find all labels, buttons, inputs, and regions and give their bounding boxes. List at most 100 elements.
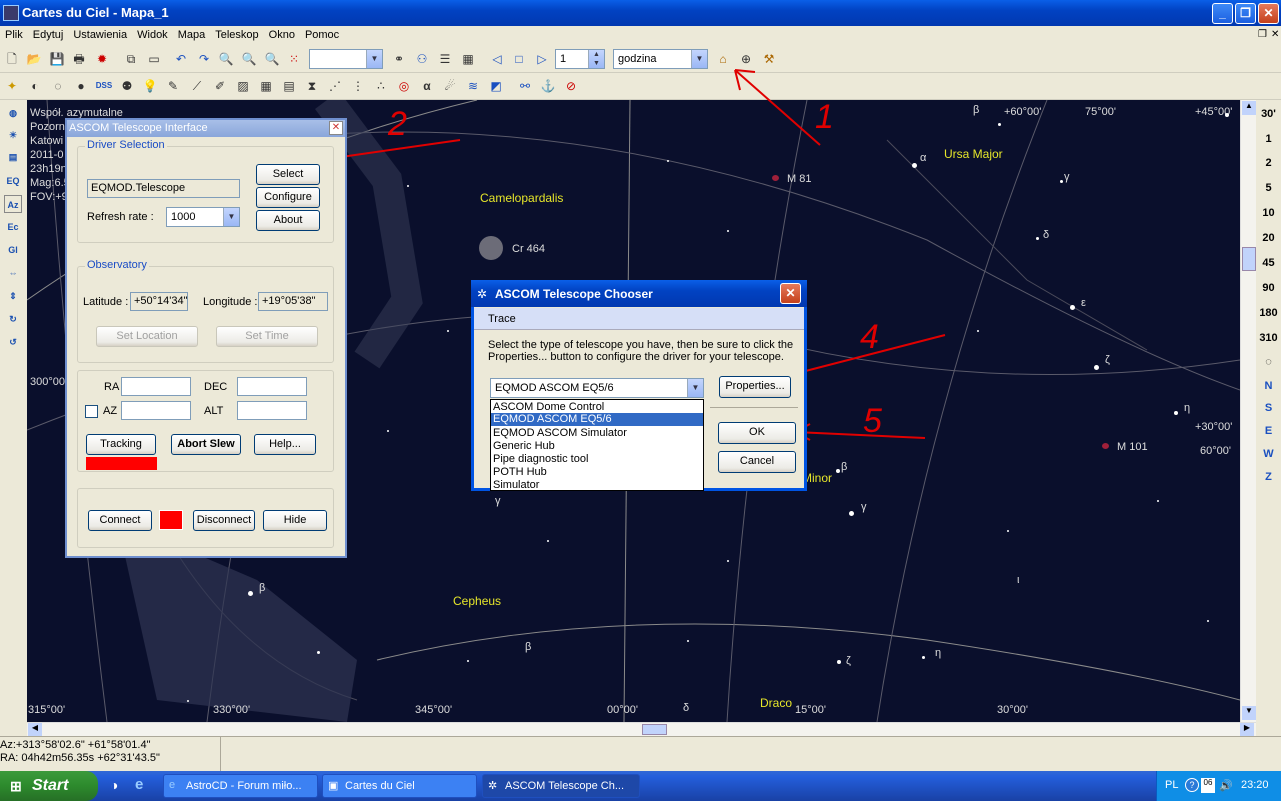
dropdown-option-selected[interactable]: EQMOD ASCOM EQ5/6	[491, 413, 703, 426]
fov-toolbar: 30' 1 2 5 10 20 45 90 180 310 ◌ N S E W …	[1256, 100, 1281, 735]
trace-menu[interactable]: Trace	[488, 313, 516, 325]
all-sky-icon[interactable]: ◌	[1256, 356, 1281, 368]
annotation-2: 2	[387, 105, 407, 143]
set-time-button[interactable]: Set Time	[216, 326, 318, 347]
task-label: ASCOM Telescope Ch...	[505, 780, 625, 792]
close-button[interactable]: ✕	[780, 283, 801, 304]
scroll-down-icon[interactable]: ▼	[1242, 706, 1256, 720]
chooser-titlebar[interactable]: ✲ ASCOM Telescope Chooser ✕	[471, 280, 807, 307]
dir-north[interactable]: N	[1256, 380, 1281, 392]
task-cartes-du-ciel[interactable]: ▣ Cartes du Ciel	[322, 774, 477, 798]
driver-field: EQMOD.Telescope	[87, 179, 240, 198]
start-button[interactable]: ⊞ Start	[0, 771, 98, 801]
close-icon[interactable]: ✕	[329, 121, 343, 135]
status-divider	[220, 737, 221, 771]
help-icon[interactable]: ?	[1185, 778, 1199, 792]
refresh-rate-select[interactable]: 1000 ▼	[166, 207, 240, 227]
quicklaunch-ie-icon[interactable]: e	[135, 776, 143, 793]
fov-5[interactable]: 5	[1256, 182, 1281, 194]
ra-field[interactable]	[121, 377, 191, 396]
alt-field[interactable]	[237, 401, 307, 420]
horizontal-scrollbar[interactable]: ◀ ▶	[27, 722, 1256, 736]
fov-2[interactable]: 2	[1256, 157, 1281, 169]
alt-label: ALT	[204, 405, 224, 417]
scroll-up-icon[interactable]: ▲	[1242, 101, 1256, 115]
task-astrocd[interactable]: e AstroCD - Forum miło...	[163, 774, 318, 798]
calendar-tray-icon[interactable]: 06	[1201, 778, 1215, 793]
ascom-interface-titlebar[interactable]: ASCOM Telescope Interface ✕	[67, 120, 345, 137]
dropdown-option[interactable]: ASCOM Dome Control	[493, 401, 604, 413]
taskbar: ⊞ Start ◑ e e AstroCD - Forum miło... ▣ …	[0, 771, 1281, 801]
scroll-right-icon[interactable]: ▶	[1240, 723, 1254, 736]
fov-180[interactable]: 180	[1256, 307, 1281, 319]
task-label: Cartes du Ciel	[345, 780, 415, 792]
dropdown-option[interactable]: EQMOD ASCOM Simulator	[493, 427, 627, 439]
telescope-dropdown-list: ASCOM Dome Control EQMOD ASCOM EQ5/6 EQM…	[490, 399, 704, 491]
language-indicator[interactable]: PL	[1165, 779, 1178, 791]
ascom-interface-window: ASCOM Telescope Interface ✕ Driver Selec…	[65, 118, 347, 558]
fov-1[interactable]: 1	[1256, 133, 1281, 145]
az-field[interactable]	[121, 401, 191, 420]
fov-30min[interactable]: 30'	[1256, 108, 1281, 120]
dropdown-option[interactable]: Simulator	[493, 479, 539, 491]
system-tray: PL ? 06 🔊 23:20	[1156, 771, 1281, 801]
dir-zenith[interactable]: Z	[1256, 471, 1281, 483]
dir-east[interactable]: E	[1256, 425, 1281, 437]
task-ascom-chooser[interactable]: ✲ ASCOM Telescope Ch...	[482, 774, 640, 798]
properties-button[interactable]: Properties...	[719, 376, 791, 398]
fov-90[interactable]: 90	[1256, 282, 1281, 294]
dir-south[interactable]: S	[1256, 402, 1281, 414]
fov-310[interactable]: 310	[1256, 332, 1281, 344]
fov-20[interactable]: 20	[1256, 232, 1281, 244]
disconnect-button[interactable]: Disconnect	[193, 510, 255, 531]
ok-button[interactable]: OK	[718, 422, 796, 444]
connect-button[interactable]: Connect	[88, 510, 152, 531]
annotation-4: 4	[860, 318, 879, 356]
task-label: AstroCD - Forum miło...	[186, 780, 302, 792]
az-checkbox[interactable]	[85, 405, 98, 418]
annotation-5: 5	[863, 402, 882, 440]
scroll-left-icon[interactable]: ◀	[28, 723, 42, 736]
chooser-instructions: Select the type of telescope you have, t…	[488, 339, 794, 363]
telescope-icon: ✲	[477, 287, 488, 301]
tracking-status-indicator	[86, 457, 157, 470]
fov-45[interactable]: 45	[1256, 257, 1281, 269]
configure-button[interactable]: Configure	[256, 187, 320, 208]
hide-button[interactable]: Hide	[263, 510, 327, 531]
dec-field[interactable]	[237, 377, 307, 396]
ie-icon: e	[169, 779, 176, 791]
app-icon: ▣	[328, 780, 339, 792]
dropdown-option[interactable]: POTH Hub	[493, 466, 547, 478]
tracking-button[interactable]: Tracking	[86, 434, 156, 455]
status-ra: RA: 04h42m56.35s +62°31'43.5"	[0, 752, 160, 764]
help-button[interactable]: Help...	[254, 434, 316, 455]
telescope-select[interactable]: EQMOD ASCOM EQ5/6 ▼	[490, 378, 704, 398]
dropdown-option[interactable]: Generic Hub	[493, 440, 555, 452]
hscroll-thumb[interactable]	[642, 724, 667, 735]
select-button[interactable]: Select	[256, 164, 320, 185]
quicklaunch-desktop-icon[interactable]: ◑	[110, 777, 118, 793]
driver-selection-label: Driver Selection	[85, 139, 167, 151]
about-button[interactable]: About	[256, 210, 320, 231]
dropdown-option[interactable]: Pipe diagnostic tool	[493, 453, 588, 465]
fov-10[interactable]: 10	[1256, 207, 1281, 219]
telescope-chooser-window: ✲ ASCOM Telescope Chooser ✕ Trace Select…	[471, 280, 807, 491]
set-location-button[interactable]: Set Location	[96, 326, 198, 347]
clock[interactable]: 23:20	[1241, 779, 1269, 791]
volume-icon[interactable]: 🔊	[1219, 779, 1233, 792]
az-label: AZ	[103, 405, 118, 417]
latitude-label: Latitude :	[83, 296, 129, 308]
telescope-icon: ✲	[488, 780, 498, 792]
latitude-field: +50°14'34"	[130, 292, 188, 311]
status-az: Az:+313°58'02.6" +61°58'01.4"	[0, 739, 151, 751]
chevron-down-icon: ▼	[687, 379, 703, 397]
dir-west[interactable]: W	[1256, 448, 1281, 460]
scroll-thumb[interactable]	[1242, 247, 1256, 271]
cancel-button[interactable]: Cancel	[718, 451, 796, 473]
chooser-title: ASCOM Telescope Chooser	[495, 287, 653, 301]
abort-slew-button[interactable]: Abort Slew	[171, 434, 241, 455]
vertical-scrollbar[interactable]: ▲ ▼	[1240, 100, 1256, 722]
longitude-label: Longitude :	[203, 296, 258, 308]
refresh-rate-label: Refresh rate :	[87, 211, 154, 223]
status-bar: Az:+313°58'02.6" +61°58'01.4" RA: 04h42m…	[0, 736, 1281, 771]
